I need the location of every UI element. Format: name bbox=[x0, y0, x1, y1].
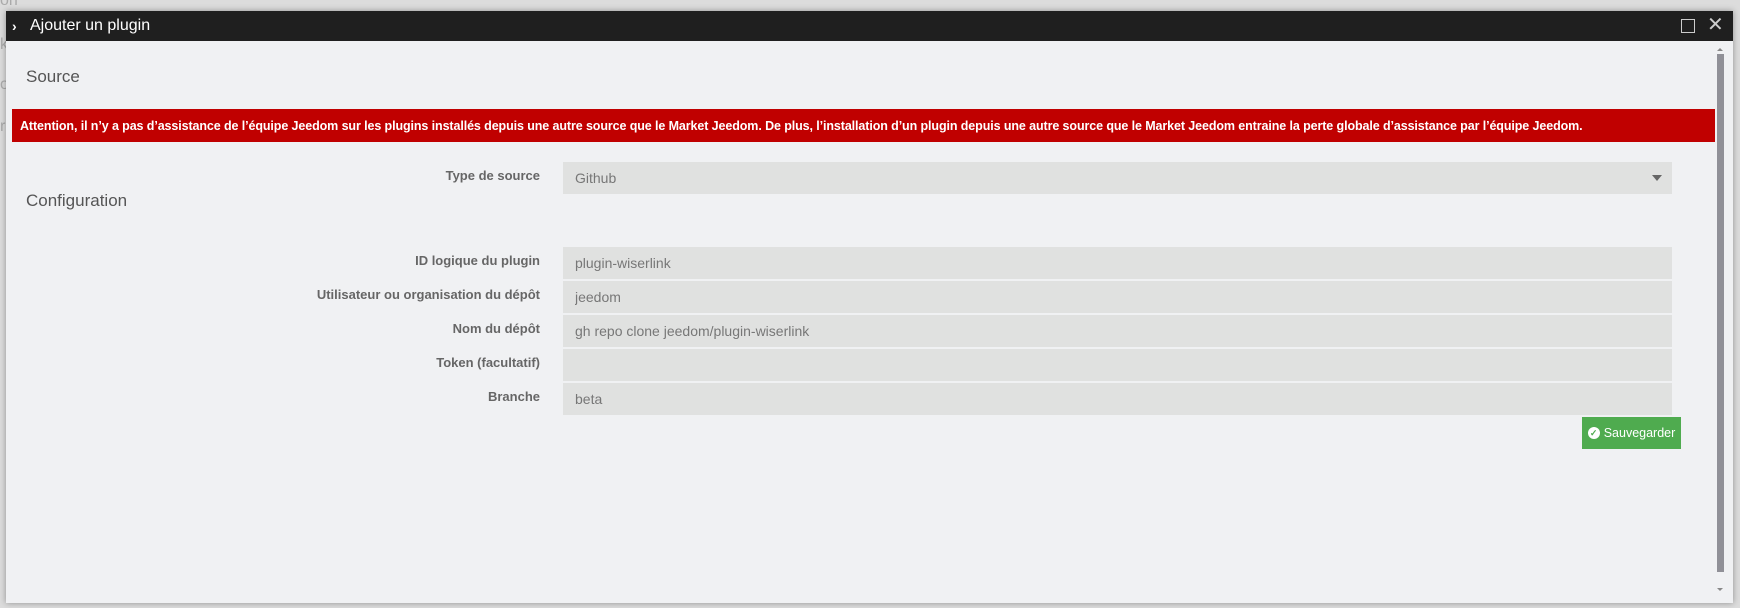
field-row-repo-name: Nom du dépôt bbox=[6, 315, 1686, 347]
scrollbar-thumb[interactable] bbox=[1717, 54, 1724, 572]
field-label: ID logique du plugin bbox=[415, 253, 540, 268]
field-label: Utilisateur ou organisation du dépôt bbox=[316, 287, 540, 302]
background-text: on bbox=[0, 0, 18, 9]
scroll-up-arrow-icon[interactable] bbox=[1717, 48, 1723, 51]
field-row-repo-owner: Utilisateur ou organisation du dépôt bbox=[6, 281, 1686, 313]
source-heading: Source bbox=[26, 67, 80, 86]
maximize-icon[interactable] bbox=[1681, 19, 1695, 33]
field-label: Token (facultatif) bbox=[436, 355, 540, 370]
repo-owner-input[interactable] bbox=[563, 281, 1672, 313]
field-label: Nom du dépôt bbox=[452, 321, 540, 336]
source-type-row: Type de source bbox=[6, 162, 1686, 194]
add-plugin-dialog: › Ajouter un plugin ✕ Source Attention, … bbox=[6, 11, 1733, 603]
scroll-down-arrow-icon[interactable] bbox=[1717, 588, 1723, 591]
field-row-plugin-id: ID logique du plugin bbox=[6, 247, 1686, 279]
dropdown-arrow-icon[interactable] bbox=[1652, 175, 1662, 181]
chevron-right-icon: › bbox=[12, 18, 17, 34]
source-type-label: Type de source bbox=[445, 168, 540, 183]
check-circle-icon: ✓ bbox=[1587, 427, 1600, 439]
dialog-titlebar[interactable]: › Ajouter un plugin ✕ bbox=[6, 11, 1733, 41]
save-label: Sauvegarder bbox=[1603, 426, 1676, 440]
branch-input[interactable] bbox=[563, 383, 1672, 415]
source-type-select[interactable] bbox=[563, 162, 1672, 194]
configuration-heading: Configuration bbox=[26, 191, 128, 210]
repo-name-input[interactable] bbox=[563, 315, 1672, 347]
field-row-token: Token (facultatif) bbox=[6, 349, 1686, 381]
warning-banner: Attention, il n’y a pas d’assistance de … bbox=[12, 109, 1715, 142]
background-text: r bbox=[0, 118, 6, 135]
dialog-title: Ajouter un plugin bbox=[30, 17, 151, 34]
token-input[interactable] bbox=[563, 349, 1672, 381]
close-icon[interactable]: ✕ bbox=[1707, 15, 1724, 35]
plugin-id-input[interactable] bbox=[563, 247, 1672, 279]
field-label: Branche bbox=[487, 389, 540, 404]
field-row-branch: Branche bbox=[6, 383, 1686, 415]
save-button[interactable]: ✓ Sauvegarder bbox=[1582, 417, 1681, 449]
